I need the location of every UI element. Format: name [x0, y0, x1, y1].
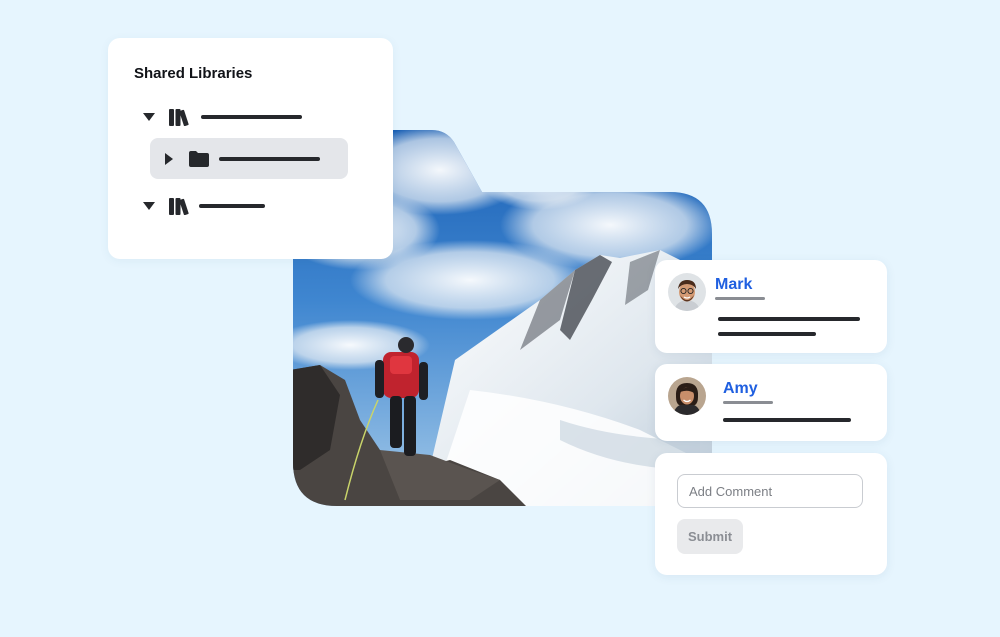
library-books-icon: [169, 197, 191, 215]
comment-text-placeholder: [723, 418, 851, 422]
caret-right-icon[interactable]: [165, 152, 173, 165]
folder-row-selected[interactable]: [150, 138, 348, 179]
submit-button[interactable]: Submit: [677, 519, 743, 554]
add-comment-card: Submit: [655, 453, 887, 575]
library-row-2[interactable]: [143, 197, 265, 215]
author-underline: [715, 297, 765, 300]
panel-title: Shared Libraries: [134, 65, 253, 82]
shared-libraries-panel: Shared Libraries: [108, 38, 393, 259]
caret-down-icon[interactable]: [143, 113, 155, 121]
folder-icon: [189, 150, 209, 167]
comment-card-amy: Amy: [655, 364, 887, 441]
library-books-icon: [169, 108, 191, 126]
author-underline: [723, 401, 773, 404]
comment-text-placeholder: [718, 332, 816, 336]
comment-text-placeholder: [718, 317, 860, 321]
comment-card-mark: Mark: [655, 260, 887, 353]
caret-down-icon[interactable]: [143, 202, 155, 210]
avatar: [668, 273, 706, 311]
folder-label-placeholder: [219, 156, 320, 161]
comment-author-link[interactable]: Mark: [715, 276, 752, 294]
library-label-placeholder: [201, 115, 302, 119]
library-label-placeholder: [199, 204, 265, 208]
library-row-1[interactable]: [143, 108, 302, 126]
avatar: [668, 377, 706, 415]
comment-author-link[interactable]: Amy: [723, 380, 758, 398]
add-comment-input[interactable]: [677, 474, 863, 508]
